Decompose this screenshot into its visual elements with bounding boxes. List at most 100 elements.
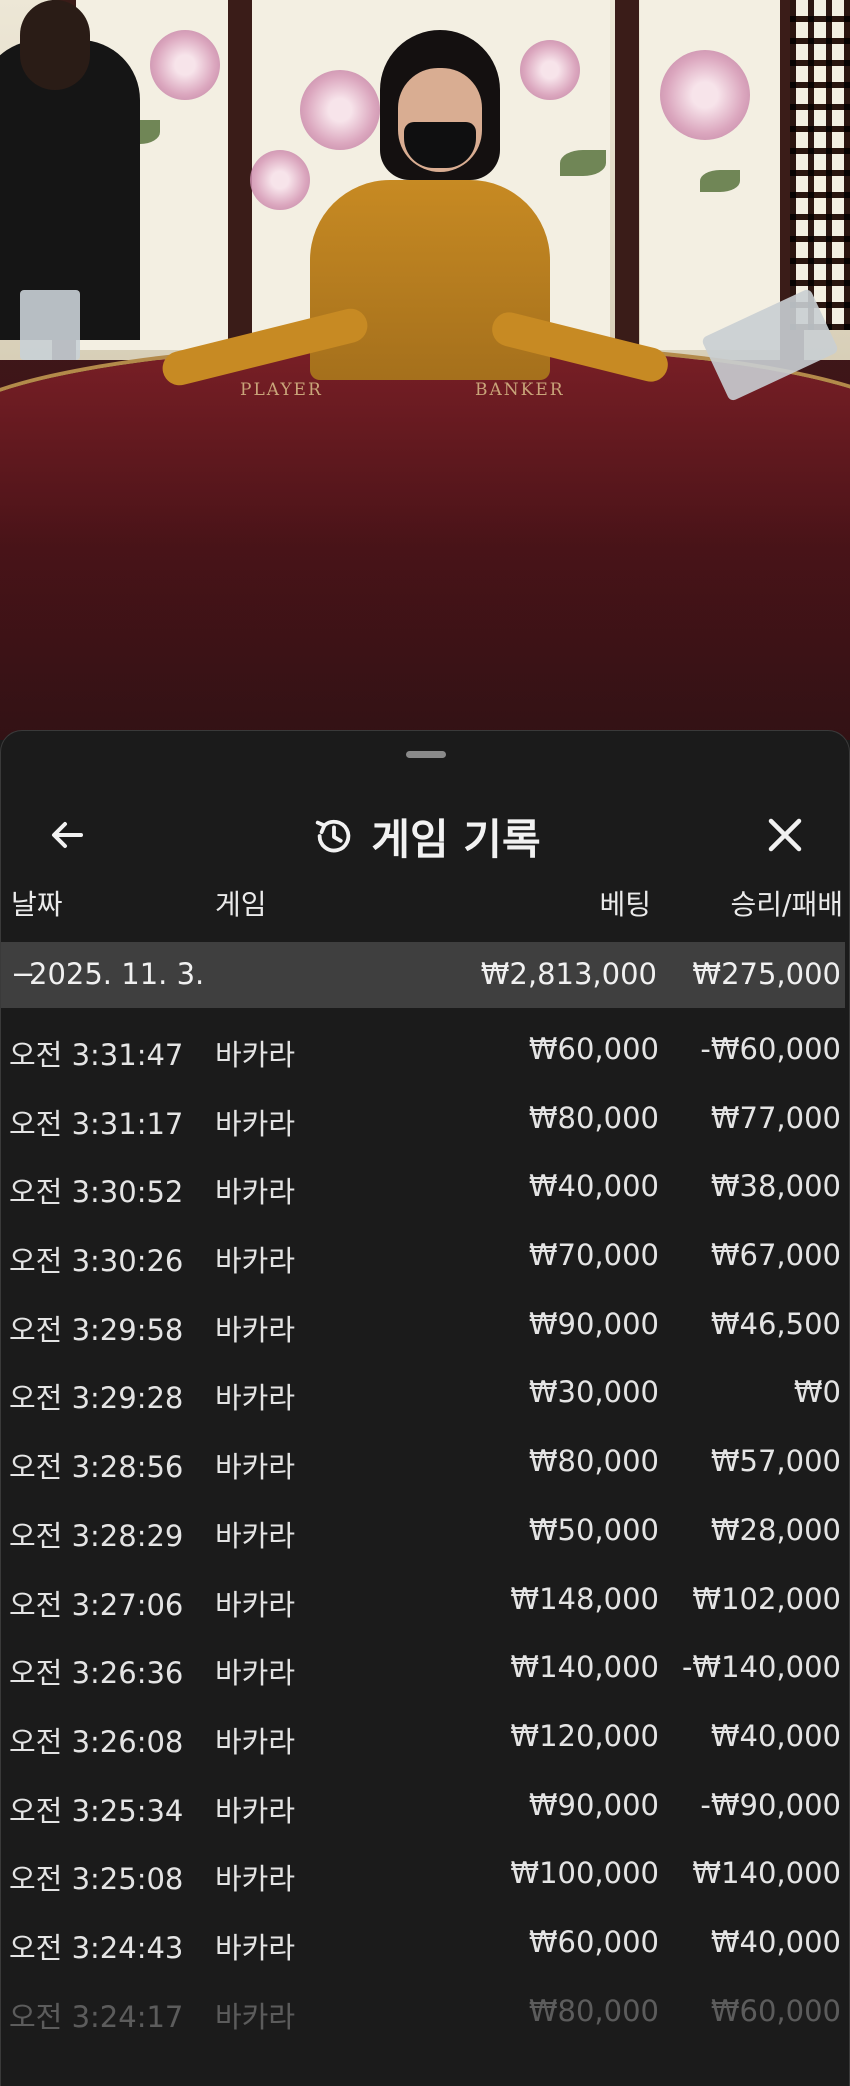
row-bet: ₩70,000 — [528, 1238, 659, 1273]
row-bet: ₩100,000 — [510, 1856, 659, 1891]
row-result: ₩46,500 — [710, 1306, 841, 1341]
row-time: 오전 3:28:56 — [9, 1450, 184, 1485]
row-bet: ₩140,000 — [510, 1650, 659, 1685]
row-time: 오전 3:24:43 — [9, 1930, 184, 1965]
close-button[interactable] — [759, 809, 811, 861]
table-row[interactable]: 오전 3:29:58 바카라 ₩90,000 ₩46,500 — [1, 1291, 849, 1360]
row-game: 바카라 — [215, 1244, 296, 1279]
row-bet: ₩90,000 — [528, 1306, 659, 1341]
row-game: 바카라 — [215, 1724, 296, 1759]
table-row[interactable]: 오전 3:31:47 바카라 ₩60,000 -₩60,000 — [1, 1016, 849, 1085]
row-time: 오전 3:28:29 — [9, 1518, 184, 1553]
row-game: 바카라 — [215, 1587, 296, 1622]
row-result: -₩90,000 — [700, 1787, 841, 1822]
column-header-result[interactable]: 승리/패배 — [731, 883, 843, 923]
row-game: 바카라 — [215, 1793, 296, 1828]
row-result: -₩140,000 — [681, 1650, 841, 1685]
row-time: 오전 3:24:17 — [9, 1999, 184, 2034]
table-row[interactable]: 오전 3:24:17 바카라 ₩80,000 ₩60,000 — [1, 1978, 849, 2047]
row-time: 오전 3:30:52 — [9, 1175, 184, 1210]
row-game: 바카라 — [215, 1106, 296, 1141]
row-bet: ₩80,000 — [528, 1444, 659, 1479]
table-row[interactable]: 오전 3:26:36 바카라 ₩140,000 -₩140,000 — [1, 1634, 849, 1703]
row-result: ₩140,000 — [692, 1856, 841, 1891]
felt-label-banker: BANKER — [475, 380, 565, 400]
column-header-date[interactable]: 날짜 — [11, 883, 63, 923]
sheet-title: 게임 기록 — [371, 814, 541, 864]
row-bet: ₩50,000 — [528, 1512, 659, 1547]
table-row[interactable]: 오전 3:24:43 바카라 ₩60,000 ₩40,000 — [1, 1909, 849, 1978]
row-game: 바카라 — [215, 1175, 296, 1210]
column-header-bet[interactable]: 베팅 — [599, 883, 651, 923]
row-game: 바카라 — [215, 1312, 296, 1347]
row-time: 오전 3:31:17 — [9, 1106, 184, 1141]
table-row[interactable]: 오전 3:30:52 바카라 ₩40,000 ₩38,000 — [1, 1153, 849, 1222]
table-row[interactable]: 오전 3:29:28 바카라 ₩30,000 ₩0 — [1, 1359, 849, 1428]
row-bet: ₩60,000 — [528, 1032, 659, 1066]
flower-decor — [150, 30, 220, 100]
dealer — [159, 30, 672, 389]
column-header-game[interactable]: 게임 — [215, 883, 267, 923]
row-bet: ₩40,000 — [528, 1169, 659, 1204]
row-result: ₩40,000 — [710, 1718, 841, 1753]
day-total-result: ₩275,000 — [692, 957, 841, 991]
wood-pillar — [615, 0, 639, 360]
flower-decor — [660, 50, 750, 140]
card-shoe — [20, 290, 80, 360]
row-result: -₩60,000 — [700, 1032, 841, 1066]
history-list: 오전 3:31:47 바카라 ₩60,000 -₩60,000 오전 3:31:17 바카… — [1, 1016, 849, 2047]
row-time: 오전 3:25:34 — [9, 1793, 184, 1828]
drag-handle[interactable] — [406, 751, 446, 758]
row-bet: ₩80,000 — [528, 1993, 659, 2028]
column-headers: 날짜 게임 베팅 승리/패배 — [1, 871, 849, 931]
row-game: 바카라 — [215, 1450, 296, 1485]
day-date: 2025. 11. 3. — [29, 957, 205, 991]
row-result: ₩38,000 — [710, 1169, 841, 1204]
row-bet: ₩90,000 — [528, 1787, 659, 1822]
row-result: ₩0 — [793, 1375, 841, 1410]
table-row[interactable]: 오전 3:27:06 바카라 ₩148,000 ₩102,000 — [1, 1566, 849, 1635]
row-game: 바카라 — [215, 1518, 296, 1553]
row-game: 바카라 — [215, 1930, 296, 1965]
table-row[interactable]: 오전 3:26:08 바카라 ₩120,000 ₩40,000 — [1, 1703, 849, 1772]
day-total-bet: ₩2,813,000 — [480, 957, 657, 991]
row-bet: ₩148,000 — [510, 1581, 659, 1616]
row-result: ₩60,000 — [710, 1993, 841, 2028]
table-row[interactable]: 오전 3:25:34 바카라 ₩90,000 -₩90,000 — [1, 1772, 849, 1841]
row-time: 오전 3:31:47 — [9, 1038, 184, 1072]
close-x-icon — [768, 818, 802, 852]
table-row[interactable]: 오전 3:28:56 바카라 ₩80,000 ₩57,000 — [1, 1428, 849, 1497]
row-result: ₩67,000 — [710, 1238, 841, 1273]
row-game: 바카라 — [215, 1038, 296, 1072]
table-row[interactable]: 오전 3:30:26 바카라 ₩70,000 ₩67,000 — [1, 1222, 849, 1291]
row-result: ₩57,000 — [710, 1444, 841, 1479]
row-bet: ₩80,000 — [528, 1100, 659, 1135]
row-time: 오전 3:27:06 — [9, 1587, 184, 1622]
felt-label-player: PLAYER — [240, 380, 323, 400]
live-video-feed: PLAYER BANKER — [0, 0, 850, 740]
row-result: ₩40,000 — [710, 1924, 841, 1959]
table-row[interactable]: 오전 3:28:29 바카라 ₩50,000 ₩28,000 — [1, 1497, 849, 1566]
game-history-sheet: 게임 기록 날짜 게임 베팅 승리/패배 − 2025. 11. 3. ₩2,8… — [0, 730, 850, 2086]
table-row[interactable]: 오전 3:31:17 바카라 ₩80,000 ₩77,000 — [1, 1085, 849, 1154]
day-summary-row[interactable]: − 2025. 11. 3. ₩2,813,000 ₩275,000 — [1, 942, 845, 1008]
row-bet: ₩60,000 — [528, 1924, 659, 1959]
row-time: 오전 3:26:08 — [9, 1724, 184, 1759]
row-game: 바카라 — [215, 1862, 296, 1897]
row-result: ₩28,000 — [710, 1512, 841, 1547]
history-clock-icon — [316, 819, 351, 853]
row-time: 오전 3:25:08 — [9, 1862, 184, 1897]
row-time: 오전 3:29:58 — [9, 1312, 184, 1347]
row-time: 오전 3:26:36 — [9, 1656, 184, 1691]
wood-pillar — [228, 0, 252, 360]
table-row[interactable]: 오전 3:25:08 바카라 ₩100,000 ₩140,000 — [1, 1840, 849, 1909]
row-time: 오전 3:30:26 — [9, 1244, 184, 1279]
leaf-decor — [700, 170, 740, 192]
row-bet: ₩120,000 — [510, 1718, 659, 1753]
row-game: 바카라 — [215, 1999, 296, 2034]
row-result: ₩102,000 — [692, 1581, 841, 1616]
row-game: 바카라 — [215, 1656, 296, 1691]
row-game: 바카라 — [215, 1381, 296, 1416]
row-bet: ₩30,000 — [528, 1375, 659, 1410]
row-time: 오전 3:29:28 — [9, 1381, 184, 1416]
